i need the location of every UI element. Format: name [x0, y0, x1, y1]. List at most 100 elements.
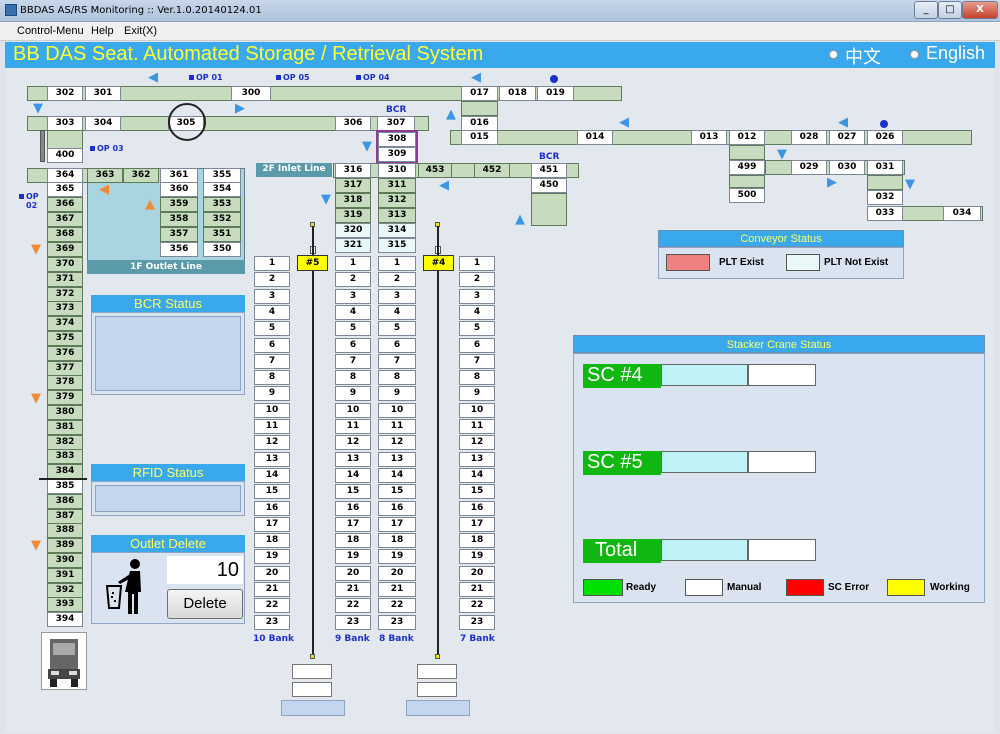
cell-310[interactable]: 310 — [378, 163, 416, 178]
rack-cell[interactable]: 7 — [254, 353, 290, 369]
rack-cell[interactable]: 19 — [254, 549, 290, 565]
rack-cell[interactable]: 6 — [378, 337, 416, 353]
cell-377[interactable]: 377 — [47, 360, 83, 376]
rack-cell[interactable]: 2 — [254, 272, 290, 288]
cell-387[interactable]: 387 — [47, 508, 83, 524]
cell-374[interactable]: 374 — [47, 316, 83, 332]
cell-301[interactable]: 301 — [85, 86, 121, 101]
rack-cell[interactable]: 12 — [254, 435, 290, 451]
rack-cell[interactable]: 23 — [254, 614, 290, 630]
cell-350[interactable]: 350 — [203, 242, 241, 257]
cell-309[interactable]: 309 — [378, 147, 416, 162]
menu-help[interactable]: Help — [91, 25, 114, 37]
rack-cell[interactable]: 4 — [335, 304, 371, 320]
rack-cell[interactable]: 16 — [335, 500, 371, 516]
rack-cell[interactable]: 13 — [459, 451, 495, 467]
cell-376[interactable]: 376 — [47, 345, 83, 361]
cell-372[interactable]: 372 — [47, 286, 83, 302]
cell-012[interactable]: 012 — [729, 130, 765, 145]
rack-cell[interactable]: 10 — [335, 402, 371, 418]
cell-450[interactable]: 450 — [531, 178, 567, 193]
menu-exit[interactable]: Exit(X) — [124, 25, 157, 37]
cell-452[interactable]: 452 — [474, 163, 510, 178]
lang-en-radio[interactable] — [910, 50, 919, 59]
rack-cell[interactable]: 20 — [378, 565, 416, 581]
rack-cell[interactable]: 16 — [254, 500, 290, 516]
cell-393[interactable]: 393 — [47, 597, 83, 613]
rack-cell[interactable]: 17 — [378, 516, 416, 532]
rack-cell[interactable]: 21 — [459, 582, 495, 597]
cell-363[interactable]: 363 — [87, 168, 123, 183]
rack-cell[interactable]: 9 — [335, 386, 371, 402]
cell-400[interactable]: 400 — [47, 148, 83, 163]
delete-button[interactable]: Delete — [167, 589, 243, 619]
rack-cell[interactable]: 6 — [254, 337, 290, 353]
rack-cell[interactable]: 1 — [378, 256, 416, 271]
cell-017[interactable]: 017 — [461, 86, 498, 101]
rack-cell[interactable]: 21 — [335, 582, 371, 597]
rack-cell[interactable]: 14 — [254, 467, 290, 483]
rack-cell[interactable]: 19 — [459, 549, 495, 565]
cell-381[interactable]: 381 — [47, 419, 83, 435]
rack-cell[interactable]: 21 — [254, 582, 290, 597]
cell-306[interactable]: 306 — [335, 116, 371, 131]
cell-392[interactable]: 392 — [47, 582, 83, 598]
cell-354[interactable]: 354 — [203, 182, 241, 197]
rack-cell[interactable]: 17 — [335, 516, 371, 532]
cell-356[interactable]: 356 — [160, 242, 198, 257]
cell-365[interactable]: 365 — [47, 182, 83, 197]
rack-cell[interactable]: 1 — [459, 256, 495, 271]
rack-cell[interactable]: 13 — [254, 451, 290, 467]
cell-316[interactable]: 316 — [335, 163, 371, 178]
rack-cell[interactable]: 15 — [335, 484, 371, 500]
cell-300[interactable]: 300 — [231, 86, 271, 101]
cell-369[interactable]: 369 — [47, 242, 83, 257]
rack-cell[interactable]: 5 — [378, 321, 416, 337]
cell-032[interactable]: 032 — [867, 190, 903, 205]
rack-cell[interactable]: 12 — [335, 435, 371, 451]
rack-cell[interactable]: 3 — [459, 288, 495, 304]
cell-018[interactable]: 018 — [499, 86, 536, 101]
cell-034[interactable]: 034 — [943, 206, 981, 221]
rack-cell[interactable]: 13 — [378, 451, 416, 467]
rack-cell[interactable]: 14 — [335, 467, 371, 483]
rack-cell[interactable]: 12 — [378, 435, 416, 451]
rack-cell[interactable]: 12 — [459, 435, 495, 451]
cell-390[interactable]: 390 — [47, 553, 83, 568]
cell-385[interactable]: 385 — [47, 479, 83, 494]
cell-451[interactable]: 451 — [531, 163, 567, 178]
lang-en-label[interactable]: English — [926, 43, 985, 64]
rack-cell[interactable]: 3 — [378, 288, 416, 304]
cell-319[interactable]: 319 — [335, 208, 371, 223]
cell-394[interactable]: 394 — [47, 612, 83, 628]
rack-cell[interactable]: 8 — [254, 370, 290, 386]
cell-315[interactable]: 315 — [378, 238, 416, 253]
rack-cell[interactable]: 18 — [378, 533, 416, 549]
cell-318[interactable]: 318 — [335, 193, 371, 208]
rack-cell[interactable]: 16 — [459, 500, 495, 516]
cell-313[interactable]: 313 — [378, 208, 416, 223]
lang-cn-label[interactable]: 中文 — [845, 43, 881, 69]
close-button[interactable]: X — [962, 1, 998, 19]
rack-cell[interactable]: 5 — [254, 321, 290, 337]
cell-026[interactable]: 026 — [867, 130, 903, 145]
cell-311[interactable]: 311 — [378, 178, 416, 193]
rack-cell[interactable]: 9 — [378, 386, 416, 402]
rack-cell[interactable]: 22 — [459, 598, 495, 614]
cell-307[interactable]: 307 — [377, 116, 415, 131]
cell-453[interactable]: 453 — [418, 163, 452, 178]
rack-cell[interactable]: 20 — [335, 565, 371, 581]
cell-375[interactable]: 375 — [47, 331, 83, 346]
rack-cell[interactable]: 23 — [335, 614, 371, 630]
rack-cell[interactable]: 13 — [335, 451, 371, 467]
rack-cell[interactable]: 6 — [335, 337, 371, 353]
rack-cell[interactable]: 14 — [378, 467, 416, 483]
cell-379[interactable]: 379 — [47, 390, 83, 406]
rack-cell[interactable]: 7 — [378, 353, 416, 369]
rack-cell[interactable]: 16 — [378, 500, 416, 516]
cell-370[interactable]: 370 — [47, 257, 83, 272]
cell-031[interactable]: 031 — [867, 160, 903, 175]
cell-389[interactable]: 389 — [47, 538, 83, 554]
cell-361[interactable]: 361 — [160, 168, 198, 183]
cell-382[interactable]: 382 — [47, 434, 83, 450]
